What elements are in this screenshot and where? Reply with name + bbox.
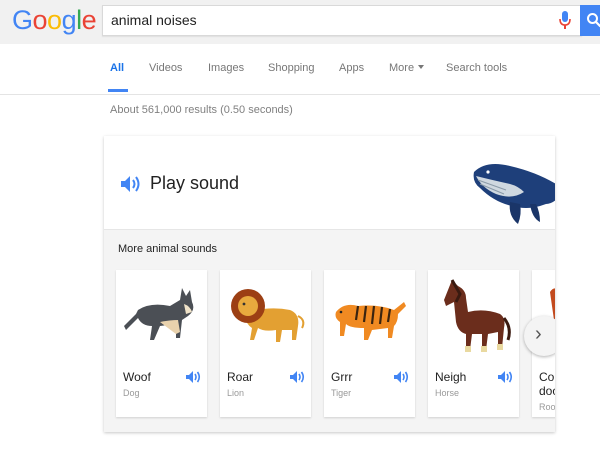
animal-sounds-card: Play sound More animal sounds Woof Dog R…	[104, 136, 555, 432]
microphone-icon[interactable]	[559, 11, 571, 31]
search-tabs: All Videos Images Shopping Apps More Sea…	[0, 44, 600, 95]
whale-illustration	[473, 164, 555, 224]
caret-down-icon	[418, 65, 425, 69]
tab-more-label: More	[389, 62, 415, 74]
animal-sound-line: doo	[539, 384, 555, 398]
play-sound-panel[interactable]: Play sound	[104, 136, 555, 229]
animal-card-lion[interactable]: Roar Lion	[220, 270, 311, 417]
animal-card-dog[interactable]: Woof Dog	[116, 270, 207, 417]
lion-illustration	[231, 289, 305, 342]
animal-sound-label: Grrr	[331, 370, 353, 384]
play-sound-label[interactable]: Play sound	[150, 173, 239, 194]
speaker-icon[interactable]	[120, 175, 142, 193]
search-input[interactable]: animal noises	[102, 5, 582, 36]
more-animal-sounds-panel: More animal sounds Woof Dog Roar Lion Gr…	[104, 229, 555, 432]
speaker-icon[interactable]	[290, 370, 306, 384]
animal-name: Tiger	[331, 388, 352, 398]
top-bar: Google animal noises	[0, 0, 600, 44]
horse-illustration	[444, 279, 511, 352]
tab-all[interactable]: All	[110, 62, 124, 74]
tab-shopping[interactable]: Shopping	[268, 62, 315, 74]
animal-name: Lion	[227, 388, 245, 398]
animal-sound-label: Woof	[123, 370, 151, 384]
logo-letter: e	[81, 5, 97, 35]
tab-images[interactable]: Images	[208, 62, 244, 74]
animal-name: Roo	[539, 402, 555, 412]
speaker-icon[interactable]	[186, 370, 202, 384]
logo-letter: G	[12, 5, 33, 35]
chevron-right-icon: ›	[535, 323, 542, 345]
search-button[interactable]	[580, 5, 600, 36]
result-stats: About 561,000 results (0.50 seconds)	[110, 104, 293, 116]
animal-card-tiger[interactable]: Grrr Tiger	[324, 270, 415, 417]
animal-sound-line: Co	[539, 370, 555, 384]
animal-sound-label: Neigh	[435, 370, 467, 384]
tab-videos[interactable]: Videos	[149, 62, 182, 74]
tab-more[interactable]: More	[389, 62, 425, 74]
next-button[interactable]: ›	[524, 316, 555, 356]
google-logo[interactable]: Google	[12, 4, 97, 36]
tab-search-tools[interactable]: Search tools	[446, 62, 507, 74]
dog-illustration	[124, 288, 194, 340]
search-icon	[587, 13, 600, 28]
animal-card-horse[interactable]: Neigh Horse	[428, 270, 519, 417]
tab-apps[interactable]: Apps	[339, 62, 364, 74]
animal-name: Dog	[123, 388, 140, 398]
animal-sound-label: Codoo	[539, 370, 555, 398]
search-query: animal noises	[111, 12, 197, 28]
animal-sound-label: Roar	[227, 370, 254, 384]
active-tab-indicator	[108, 89, 128, 92]
tiger-illustration	[335, 302, 406, 340]
speaker-icon[interactable]	[498, 370, 514, 384]
logo-letter: o	[32, 5, 48, 35]
logo-letter: o	[47, 5, 62, 35]
logo-letter: g	[61, 5, 77, 35]
speaker-icon[interactable]	[394, 370, 410, 384]
section-title: More animal sounds	[118, 243, 218, 255]
animal-name: Horse	[435, 388, 460, 398]
